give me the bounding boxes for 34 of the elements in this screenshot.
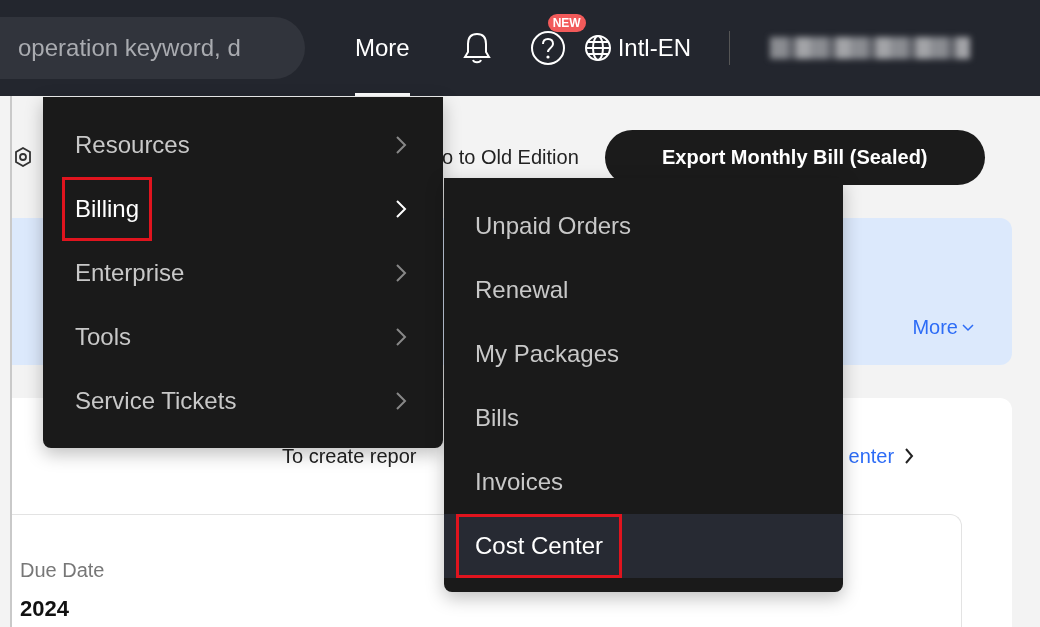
submenu-item[interactable]: Invoices (444, 450, 843, 514)
globe-icon[interactable] (583, 34, 612, 62)
submenu-item[interactable]: My Packages (444, 322, 843, 386)
due-date-value: 2024 (20, 596, 70, 622)
chevron-right-icon (395, 135, 407, 155)
submenu-item[interactable]: Bills (444, 386, 843, 450)
settings-icon[interactable] (14, 147, 32, 167)
chevron-right-icon (395, 391, 407, 411)
highlight-frame: Cost Center (456, 514, 623, 578)
highlight-frame: Billing (62, 177, 153, 241)
cost-center-link[interactable]: enter (848, 444, 915, 468)
chevron-right-icon (395, 263, 407, 283)
chevron-right-icon (395, 327, 407, 347)
new-badge: NEW (547, 14, 586, 32)
submenu-item[interactable]: Renewal (444, 258, 843, 322)
menu-item[interactable]: Resources (43, 113, 443, 177)
submenu-item[interactable]: Unpaid Orders (444, 194, 843, 258)
menu-item[interactable]: Enterprise (43, 241, 443, 305)
bell-icon[interactable] (461, 31, 492, 65)
submenu-item[interactable]: Cost Center (444, 514, 843, 578)
more-link[interactable]: More (912, 316, 974, 339)
menu-item[interactable]: Service Tickets (43, 369, 443, 433)
report-hint: To create repor (282, 444, 417, 468)
old-edition-link[interactable]: o to Old Edition (442, 145, 579, 169)
menu-item[interactable]: Billing (43, 177, 443, 241)
chevron-right-icon (395, 199, 407, 219)
chevron-right-icon (904, 447, 915, 465)
search-field[interactable]: operation keyword, d (0, 17, 305, 79)
due-date-label: Due Date (20, 559, 106, 582)
chevron-down-icon (962, 323, 974, 332)
language-link[interactable]: Intl-EN (617, 34, 692, 62)
help-icon[interactable] (529, 30, 566, 66)
menu-item[interactable]: Tools (43, 305, 443, 369)
export-button[interactable]: Export Monthly Bill (Sealed) (604, 129, 985, 185)
